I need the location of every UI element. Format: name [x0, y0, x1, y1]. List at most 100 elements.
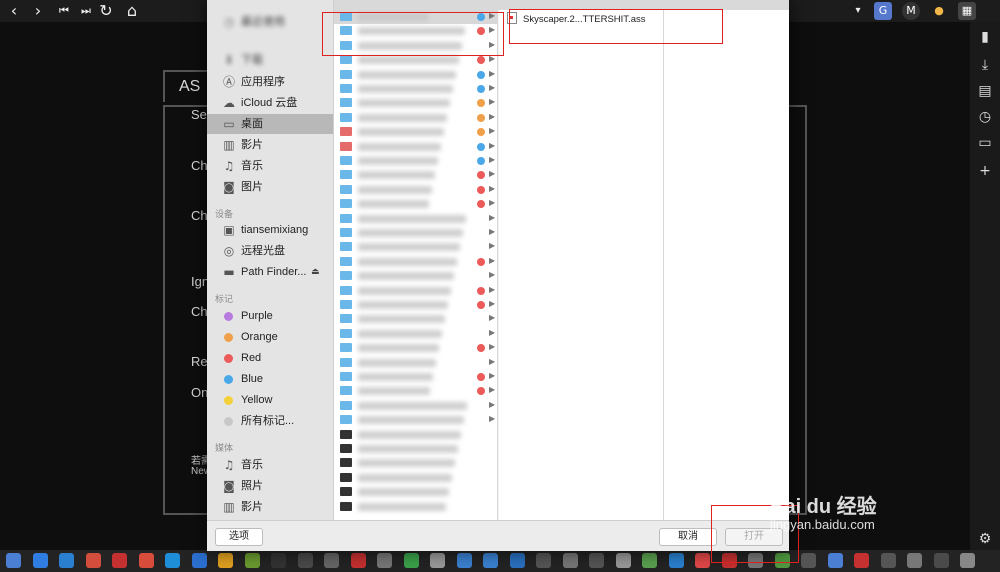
- list-item[interactable]: ▶: [334, 82, 497, 96]
- taskbar-app-icon[interactable]: [218, 553, 233, 568]
- taskbar-app-icon[interactable]: [933, 553, 949, 568]
- home-icon[interactable]: ⌂: [122, 1, 142, 21]
- reload-icon[interactable]: ↻: [96, 1, 116, 21]
- list-item[interactable]: ▶: [334, 269, 497, 283]
- skip-forward-icon[interactable]: ⏭: [76, 1, 96, 21]
- list-item[interactable]: ▶: [334, 240, 497, 254]
- download-icon[interactable]: ⤓: [976, 56, 994, 74]
- taskbar-app-icon[interactable]: [642, 553, 657, 568]
- taskbar-app-icon[interactable]: [695, 553, 710, 568]
- taskbar-app-icon[interactable]: [456, 553, 472, 568]
- chevron-down-icon[interactable]: ▾: [848, 1, 868, 21]
- taskbar-app-icon[interactable]: [138, 553, 154, 568]
- settings-icon[interactable]: ⚙: [976, 530, 994, 548]
- sidebar-tag-item[interactable]: Orange: [207, 327, 333, 347]
- taskbar-app-icon[interactable]: [244, 553, 260, 568]
- taskbar-app-icon[interactable]: [880, 553, 896, 568]
- taskbar-app-icon[interactable]: [297, 553, 313, 568]
- taskbar-app-icon[interactable]: [907, 553, 922, 568]
- sidebar-tag-item[interactable]: Yellow: [207, 390, 333, 410]
- list-item[interactable]: ▶: [334, 140, 497, 154]
- taskbar-app-icon[interactable]: [562, 553, 578, 568]
- taskbar-app-icon[interactable]: [615, 553, 631, 568]
- taskbar-app-icon[interactable]: [85, 553, 101, 568]
- list-item[interactable]: ▶: [334, 111, 497, 125]
- taskbar-app-icon[interactable]: [377, 553, 392, 568]
- list-item[interactable]: ▶: [334, 168, 497, 182]
- sidebar-item-media-movies[interactable]: ▥ 影片: [207, 497, 333, 517]
- sidebar-item-desktop[interactable]: ▭ 桌面: [207, 114, 333, 134]
- sidebar-item-recents[interactable]: ◷ 最近使用: [207, 12, 333, 32]
- window-icon[interactable]: ▭: [976, 134, 994, 152]
- sidebar-tag-item[interactable]: 所有标记...: [207, 411, 333, 431]
- list-item[interactable]: [334, 442, 497, 456]
- taskbar-app-icon[interactable]: [801, 553, 816, 568]
- list-item[interactable]: ▶: [334, 125, 497, 139]
- list-item[interactable]: [334, 500, 497, 514]
- taskbar-app-icon[interactable]: [271, 553, 286, 568]
- eject-icon[interactable]: ⏏: [311, 262, 320, 282]
- taskbar-app-icon[interactable]: [509, 553, 525, 568]
- history-icon[interactable]: ◷: [976, 108, 994, 126]
- list-item[interactable]: ▶: [334, 298, 497, 312]
- taskbar-app-icon[interactable]: [483, 553, 498, 568]
- list-item[interactable]: ▶: [334, 197, 497, 211]
- list-item[interactable]: ▶: [334, 413, 497, 427]
- list-item[interactable]: [334, 485, 497, 499]
- sidebar-item-media-music[interactable]: ♫ 音乐: [207, 455, 333, 475]
- taskbar-app-icon[interactable]: [165, 553, 180, 568]
- sidebar-item-applications[interactable]: Ⓐ 应用程序: [207, 72, 333, 92]
- sidebar-tag-item[interactable]: Red: [207, 348, 333, 368]
- forward-icon[interactable]: ›: [28, 1, 48, 21]
- list-item[interactable]: ▶: [334, 312, 497, 326]
- translate-extension-icon[interactable]: G: [874, 2, 892, 20]
- list-item[interactable]: ▶: [334, 284, 497, 298]
- skip-back-icon[interactable]: ⏮: [54, 1, 74, 21]
- taskbar-app-icon[interactable]: [854, 553, 869, 568]
- sidebar-item-downloads[interactable]: ⬇ 下载: [207, 50, 333, 70]
- list-item[interactable]: ▶: [334, 384, 497, 398]
- taskbar-app-icon[interactable]: [324, 553, 339, 568]
- list-item[interactable]: ▶: [334, 154, 497, 168]
- taskbar-app-icon[interactable]: [668, 553, 684, 568]
- list-item[interactable]: ▶: [334, 356, 497, 370]
- taskbar-app-icon[interactable]: [6, 553, 21, 568]
- list-item[interactable]: ▶: [334, 341, 497, 355]
- add-icon[interactable]: +: [976, 162, 994, 180]
- sidebar-tag-item[interactable]: Purple: [207, 306, 333, 326]
- extension-icon[interactable]: ▦: [958, 2, 976, 20]
- medium-extension-icon[interactable]: M: [902, 2, 920, 20]
- taskbar-app-icon[interactable]: [59, 553, 74, 568]
- taskbar-app-icon[interactable]: [827, 553, 843, 568]
- notes-icon[interactable]: ▤: [976, 82, 994, 100]
- taskbar-app-icon[interactable]: [350, 553, 366, 568]
- list-item[interactable]: ▶: [334, 183, 497, 197]
- back-icon[interactable]: ‹: [4, 1, 24, 21]
- list-item[interactable]: ▶: [334, 370, 497, 384]
- sidebar-item-path-finder[interactable]: ▬ Path Finder... ⏏: [207, 262, 333, 282]
- list-item[interactable]: ▶: [334, 212, 497, 226]
- taskbar-app-icon[interactable]: [32, 553, 48, 568]
- list-item[interactable]: ▶: [334, 255, 497, 269]
- taskbar-app-icon[interactable]: [536, 553, 551, 568]
- list-item[interactable]: ▶: [334, 399, 497, 413]
- taskbar-app-icon[interactable]: [589, 553, 604, 568]
- sidebar-tag-item[interactable]: Blue: [207, 369, 333, 389]
- taskbar-app-icon[interactable]: [403, 553, 419, 568]
- list-item[interactable]: [334, 456, 497, 470]
- sidebar-item-device-hdd[interactable]: ▣ tiansemixiang: [207, 220, 333, 240]
- taskbar-app-icon[interactable]: [112, 553, 127, 568]
- list-item[interactable]: ▶: [334, 226, 497, 240]
- sidebar-item-pictures[interactable]: ◙ 图片: [207, 177, 333, 197]
- options-button[interactable]: 选项: [215, 528, 263, 546]
- bookmark-icon[interactable]: ▮: [976, 28, 994, 46]
- sidebar-item-remote-disc[interactable]: ◎ 远程光盘: [207, 241, 333, 261]
- taskbar-app-icon[interactable]: [191, 553, 207, 568]
- list-item[interactable]: ▶: [334, 327, 497, 341]
- cancel-button[interactable]: 取消: [659, 528, 717, 546]
- sidebar-item-music[interactable]: ♫ 音乐: [207, 156, 333, 176]
- taskbar-app-icon[interactable]: [960, 553, 975, 568]
- lightbulb-icon[interactable]: ●: [930, 2, 948, 20]
- list-item[interactable]: ▶: [334, 68, 497, 82]
- sidebar-item-movies[interactable]: ▥ 影片: [207, 135, 333, 155]
